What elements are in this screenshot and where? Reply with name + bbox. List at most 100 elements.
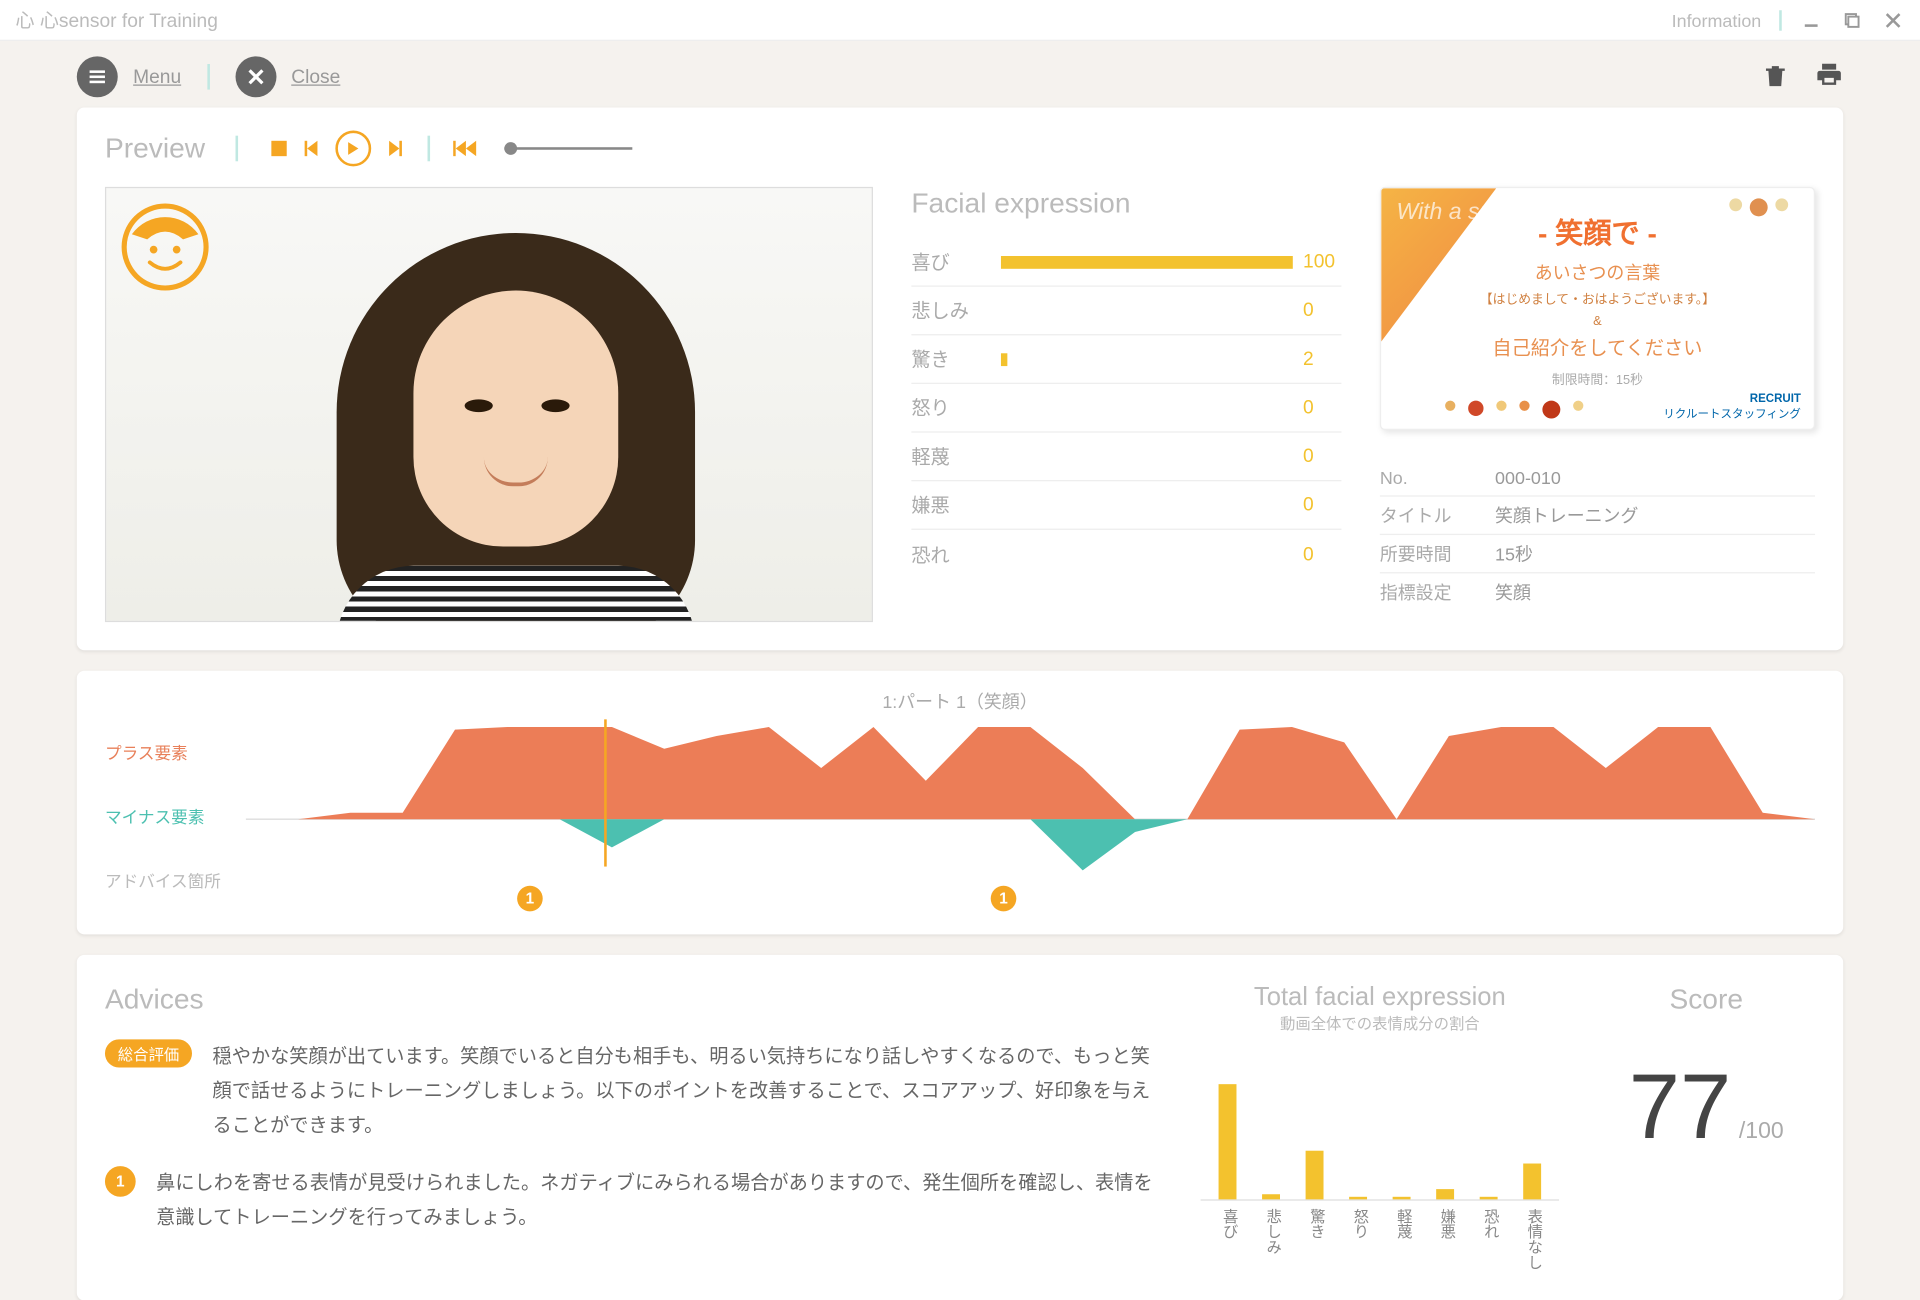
expression-bar [1001,255,1293,268]
expression-bar [1001,548,1293,561]
app-heart-icon: 心 [15,6,34,33]
meta-value: 笑顔 [1495,580,1531,606]
expression-value: 100 [1303,251,1341,273]
total-expr-title: Total facial expression [1201,983,1559,1012]
expression-row: 驚き 2 [911,335,1341,384]
recruit-logo: RECRUIT リクルートスタッフィング [1663,392,1801,421]
expression-value: 0 [1303,300,1341,322]
bar-label: 恐れ [1475,1208,1503,1272]
facial-expression-title: Facial expression [911,187,1341,220]
expression-label: 恐れ [911,541,1001,568]
slide-time: 制限時間：15秒 [1381,369,1814,388]
divider [207,64,210,90]
bar-column [1344,1197,1372,1200]
meta-key: タイトル [1380,502,1495,528]
expression-row: 喜び 100 [911,238,1341,287]
trash-icon[interactable] [1761,61,1789,93]
menu-label[interactable]: Menu [133,66,181,88]
expression-value: 2 [1303,348,1341,370]
expression-bar [1001,499,1293,512]
summary-text: 穏やかな笑顔が出ています。笑顔でいると自分も相手も、明るい気持ちになり話しやすく… [213,1039,1163,1143]
close-window-button[interactable] [1882,8,1905,31]
timeline-marker[interactable]: 1 [991,886,1017,912]
expression-row: 悲しみ 0 [911,287,1341,336]
menu-button[interactable] [77,56,118,97]
expression-bar [1001,353,1293,366]
timeline-marker[interactable]: 1 [517,886,543,912]
bar-label: 表情なし [1518,1208,1546,1272]
timeline-cursor[interactable] [604,719,607,866]
score-value: 77 [1629,1056,1732,1158]
bar [1349,1197,1367,1200]
expression-bar [1001,304,1293,317]
bar [1219,1084,1237,1199]
expression-label: 軽蔑 [911,443,1001,470]
facial-expression-column: Facial expression 喜び 100悲しみ 0驚き 2怒り 0軽蔑 … [899,187,1355,622]
preview-panel: Preview [77,108,1843,651]
expression-value: 0 [1303,445,1341,467]
bar [1306,1151,1324,1200]
close-button[interactable] [235,56,276,97]
expression-row: 怒り 0 [911,384,1341,433]
bar-label: 嫌悪 [1431,1208,1459,1272]
video-preview [105,187,873,622]
bar-label: 驚き [1300,1208,1328,1272]
expression-value: 0 [1303,494,1341,516]
slide-line1: あいさつの言葉 [1381,260,1814,286]
expression-label: 喜び [911,248,1001,275]
bar [1523,1164,1541,1200]
timeline-panel: 1:パート 1（笑顔） プラス要素 マイナス要素 アドバイス箇所 1 1 [77,671,1843,935]
meta-row: 所要時間15秒 [1380,535,1815,573]
bar-column [1213,1084,1241,1199]
slide-line2: 【はじめまして・おはようございます。】 [1381,288,1814,307]
bar-label: 軽蔑 [1388,1208,1416,1272]
meta-row: タイトル笑顔トレーニング [1380,497,1815,535]
summary-badge: 総合評価 [105,1039,192,1067]
step-forward-button[interactable] [384,138,404,158]
expression-row: 軽蔑 0 [911,433,1341,482]
score-section: Score 77/100 [1597,983,1815,1272]
stop-button[interactable] [269,138,289,158]
meta-row: No.000-010 [1380,458,1815,496]
bar [1262,1194,1280,1199]
scenario-slide: With a smile - 笑顔で - あいさつの言葉 【はじめまして・おはよ… [1380,187,1815,430]
timeline-chart[interactable]: 1 1 [246,719,1815,911]
expression-label: 怒り [911,394,1001,421]
maximize-button[interactable] [1841,8,1864,31]
rewind-button[interactable] [453,140,479,158]
expression-label: 驚き [911,346,1001,373]
meta-row: 指標設定笑顔 [1380,573,1815,611]
close-label[interactable]: Close [291,66,340,88]
information-link[interactable]: Information [1672,10,1762,30]
top-controls: Menu Close [77,41,1843,108]
bar-label: 怒り [1344,1208,1372,1272]
minimize-button[interactable] [1800,8,1823,31]
expression-row: 恐れ 0 [911,530,1341,579]
app-title: 心sensor for Training [40,6,218,33]
bar [1480,1197,1498,1200]
expression-label: 嫌悪 [911,492,1001,519]
print-icon[interactable] [1815,61,1843,93]
scenario-meta-table: No.000-010タイトル笑顔トレーニング所要時間15秒指標設定笑顔 [1380,458,1815,612]
timeline-label-plus: プラス要素 [105,739,246,763]
slide-tagline: With a smile [1396,198,1521,225]
meta-key: No. [1380,467,1495,487]
meta-key: 所要時間 [1380,541,1495,567]
bar-column [1475,1197,1503,1200]
bar-column [1388,1197,1416,1200]
meta-key: 指標設定 [1380,580,1495,606]
person-photo [285,188,746,622]
bar-column [1518,1164,1546,1200]
bar-column [1257,1194,1285,1199]
bar-label: 喜び [1213,1208,1241,1272]
step-back-button[interactable] [302,138,322,158]
bar-label: 悲しみ [1257,1208,1285,1272]
divider [1779,10,1782,30]
expression-value: 0 [1303,543,1341,565]
play-button[interactable] [336,131,372,167]
titlebar: 心心sensor for Training Information [0,0,1920,41]
speed-slider[interactable] [505,147,633,150]
bar-column [1300,1151,1328,1200]
bar [1393,1197,1411,1200]
advice-panel: Advices 総合評価 穏やかな笑顔が出ています。笑顔でいると自分も相手も、明… [77,955,1843,1300]
